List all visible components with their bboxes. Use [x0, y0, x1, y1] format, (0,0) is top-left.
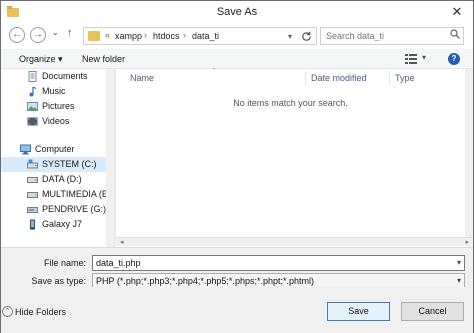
organize-menu[interactable]: Organize ▾ — [19, 54, 63, 65]
sidebar-item-pictures[interactable]: Pictures — [1, 99, 114, 114]
file-name-dropdown[interactable]: ▾ — [457, 256, 461, 270]
search-icon — [450, 29, 460, 39]
breadcrumb-data-ti[interactable]: data_ti — [192, 31, 219, 41]
sidebar-item-multimedia-e[interactable]: MULTIMEDIA (E:) — [1, 187, 114, 202]
sidebar-item-label: Videos — [42, 116, 70, 126]
breadcrumb-separator[interactable]: › — [144, 30, 147, 40]
save-button[interactable]: Save — [327, 302, 390, 321]
sidebar-item-label: Music — [42, 86, 66, 96]
sort-indicator-icon: ⌃ — [211, 68, 217, 75]
save-as-dialog: Save As ✕ ← → ⌄ ↑ « xampp › htdocs › dat… — [0, 0, 474, 333]
file-name-value: data_ti.php — [96, 258, 141, 268]
sidebar-item-computer[interactable]: Computer — [1, 142, 114, 157]
cancel-button[interactable]: Cancel — [401, 302, 464, 321]
path-overflow[interactable]: « — [105, 30, 110, 40]
breadcrumb-separator[interactable]: › — [183, 30, 186, 40]
drive-icon — [27, 177, 38, 183]
command-bar: Organize ▾ New folder ▾ ? — [1, 49, 473, 69]
sidebar-item-label: Pictures — [42, 101, 75, 111]
new-folder-button[interactable]: New folder — [82, 54, 125, 64]
scroll-right-icon[interactable]: ▸ — [465, 238, 469, 247]
address-dropdown[interactable]: ▾ — [288, 32, 292, 41]
sidebar-item-label: DATA (D:) — [42, 174, 82, 184]
folder-icon — [88, 31, 100, 41]
refresh-icon[interactable] — [301, 31, 312, 42]
breadcrumb-xampp[interactable]: xampp — [115, 31, 142, 41]
usb-drive-icon — [27, 207, 38, 213]
sidebar-item-label: PENDRIVE (G:) — [42, 204, 107, 214]
computer-icon — [20, 144, 31, 155]
horizontal-scrollbar[interactable]: ◂ ▸ — [116, 237, 473, 246]
sidebar-item-documents[interactable]: Documents — [1, 69, 114, 84]
dialog-footer: ⌃ Hide Folders Save Cancel — [1, 287, 473, 333]
sidebar-item-data-d[interactable]: DATA (D:) — [1, 172, 114, 187]
window-title: Save As — [216, 6, 258, 18]
navigation-pane: Documents Music Pictures Videos Computer… — [1, 69, 115, 247]
sidebar-item-galaxy-j7[interactable]: Galaxy J7 — [1, 217, 114, 232]
column-header-date-modified[interactable]: Date modified — [311, 73, 367, 83]
up-button[interactable]: ↑ — [67, 27, 73, 39]
sidebar-item-pendrive-g[interactable]: PENDRIVE (G:) — [1, 202, 114, 217]
pictures-icon — [27, 102, 38, 111]
forward-button[interactable]: → — [30, 27, 46, 43]
column-header-type[interactable]: Type — [395, 73, 415, 83]
videos-icon — [27, 117, 38, 126]
sidebar-scrollbar[interactable] — [106, 69, 114, 247]
sidebar-item-label: Galaxy J7 — [42, 219, 83, 229]
drive-c-icon — [27, 159, 38, 169]
file-name-label: File name: — [43, 258, 86, 268]
drive-icon — [27, 192, 38, 198]
hide-folders-toggle[interactable]: ⌃ Hide Folders — [2, 306, 67, 317]
chevron-down-icon[interactable]: ▾ — [457, 274, 461, 288]
recent-locations-dropdown[interactable]: ⌄ — [52, 28, 59, 37]
documents-icon — [28, 71, 37, 82]
save-form: File name: data_ti.php ▾ Save as type: P… — [1, 247, 473, 289]
column-header-name[interactable]: Name — [130, 73, 154, 83]
save-as-type-label: Save as type: — [31, 276, 86, 286]
view-dropdown[interactable]: ▾ — [422, 53, 426, 62]
sidebar-item-system-c[interactable]: SYSTEM (C:) — [1, 157, 114, 172]
address-bar[interactable]: « xampp › htdocs › data_ti ▾ — [83, 27, 317, 45]
file-name-input[interactable]: data_ti.php ▾ — [92, 255, 465, 271]
empty-message: No items match your search. — [233, 98, 348, 108]
save-as-type-value: PHP (*.php;*.php3;*.php4;*.php5;*.phps;*… — [96, 276, 314, 286]
phone-icon — [30, 219, 35, 230]
help-icon[interactable]: ? — [448, 53, 460, 65]
navigation-bar: ← → ⌄ ↑ « xampp › htdocs › data_ti ▾ — [1, 23, 473, 49]
sidebar-item-label: Documents — [42, 71, 88, 81]
title-bar: Save As ✕ — [1, 1, 473, 23]
breadcrumb-htdocs[interactable]: htdocs — [153, 31, 180, 41]
sidebar-item-label: SYSTEM (C:) — [42, 159, 97, 169]
sidebar-item-videos[interactable]: Videos — [1, 114, 114, 129]
file-list: ⌃ Name Date modified Type No items match… — [116, 68, 465, 247]
column-divider[interactable] — [389, 71, 390, 85]
sidebar-item-label: MULTIMEDIA (E:) — [42, 189, 114, 199]
music-icon — [29, 86, 37, 97]
sidebar-item-label: Computer — [35, 144, 75, 154]
column-divider[interactable] — [305, 71, 306, 85]
chevron-up-icon: ⌃ — [2, 306, 13, 317]
back-button[interactable]: ← — [9, 27, 25, 43]
scroll-left-icon[interactable]: ◂ — [120, 238, 124, 247]
view-options-icon[interactable] — [405, 54, 417, 64]
close-button[interactable]: ✕ — [448, 4, 466, 20]
search-input[interactable] — [320, 27, 464, 45]
hide-folders-label: Hide Folders — [15, 307, 67, 317]
sidebar-item-music[interactable]: Music — [1, 84, 114, 99]
